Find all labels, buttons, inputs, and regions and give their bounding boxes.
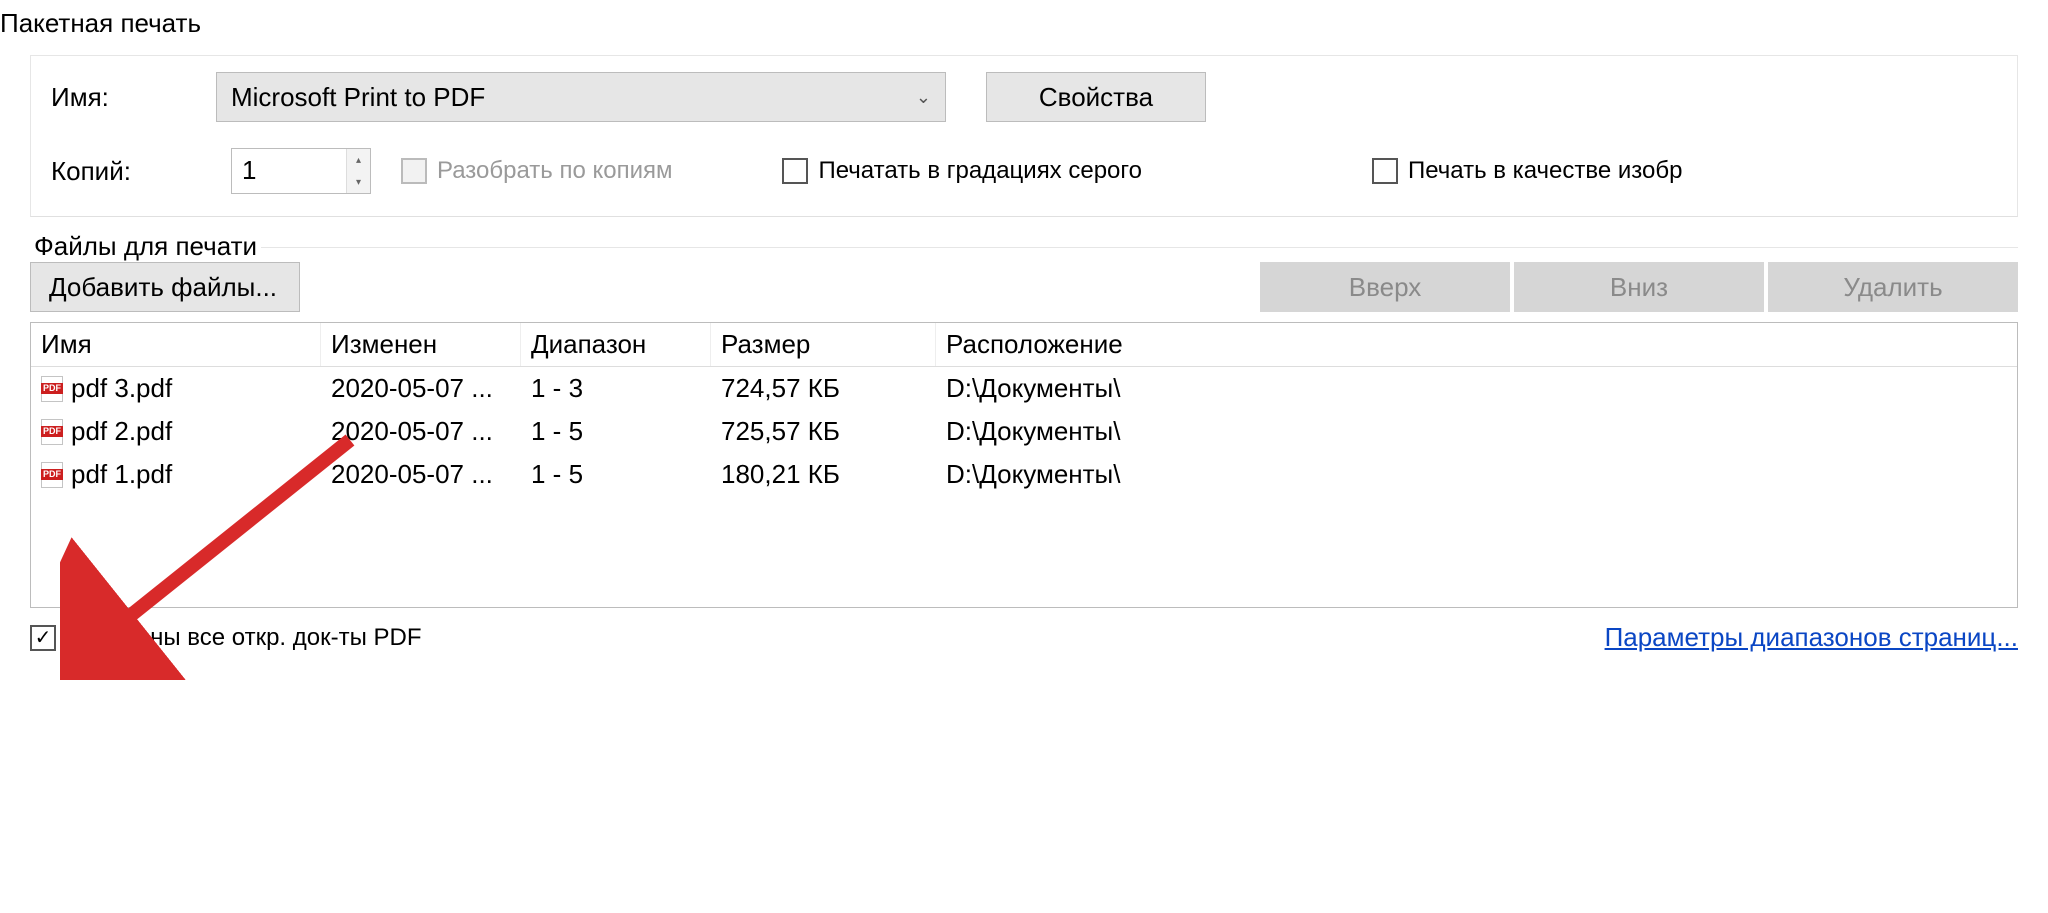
include-open-checkbox[interactable]: ✓ [30,625,56,651]
collate-checkbox [401,158,427,184]
file-location: D:\Документы\ [936,367,2017,410]
dialog-title: Пакетная печать [0,0,2048,45]
grayscale-checkbox-group[interactable]: Печатать в градациях серого [782,157,1141,185]
file-location: D:\Документы\ [936,453,2017,496]
printer-selected-value: Microsoft Print to PDF [231,82,916,113]
include-open-label: Включены все откр. док-ты PDF [66,624,422,652]
grayscale-label: Печатать в градациях серого [818,157,1141,185]
printer-name-label: Имя: [51,82,216,113]
file-name: pdf 1.pdf [71,459,172,490]
file-modified: 2020-05-07 ... [321,367,521,410]
properties-button[interactable]: Свойства [986,72,1206,122]
move-up-button: Вверх [1260,262,1510,312]
copies-up-button[interactable]: ▴ [347,149,370,171]
file-modified: 2020-05-07 ... [321,453,521,496]
copies-down-button[interactable]: ▾ [347,171,370,193]
collate-checkbox-group: Разобрать по копиям [401,157,672,185]
pdf-icon [41,376,63,402]
file-name: pdf 3.pdf [71,373,172,404]
pdf-icon [41,462,63,488]
file-location: D:\Документы\ [936,410,2017,453]
file-size: 724,57 КБ [711,367,936,410]
delete-button: Удалить [1768,262,2018,312]
printer-settings-group: Имя: Microsoft Print to PDF ⌄ Свойства К… [30,55,2018,217]
image-quality-checkbox[interactable] [1372,158,1398,184]
files-table: Имя Изменен Диапазон Размер Расположение… [30,322,2018,608]
col-name-header[interactable]: Имя [31,323,321,366]
image-quality-checkbox-group[interactable]: Печать в качестве изобр [1372,157,1682,185]
include-open-checkbox-group[interactable]: ✓ Включены все откр. док-ты PDF [30,624,422,652]
page-range-params-link[interactable]: Параметры диапазонов страниц... [1605,622,2018,653]
copies-label: Копий: [51,156,231,187]
file-range: 1 - 5 [521,453,711,496]
file-range: 1 - 5 [521,410,711,453]
bottom-row: ✓ Включены все откр. док-ты PDF Параметр… [30,622,2018,653]
files-legend: Файлы для печати [30,231,261,262]
file-size: 725,57 КБ [711,410,936,453]
chevron-down-icon: ⌄ [916,87,931,108]
col-size-header[interactable]: Размер [711,323,936,366]
files-group: Файлы для печати Добавить файлы... Вверх… [30,247,2018,608]
file-modified: 2020-05-07 ... [321,410,521,453]
spacer [304,262,1256,312]
printer-select[interactable]: Microsoft Print to PDF ⌄ [216,72,946,122]
col-modified-header[interactable]: Изменен [321,323,521,366]
file-size: 180,21 КБ [711,453,936,496]
check-icon: ✓ [35,628,52,648]
image-quality-label: Печать в качестве изобр [1408,157,1682,185]
table-row[interactable]: pdf 1.pdf 2020-05-07 ... 1 - 5 180,21 КБ… [31,453,2017,496]
file-name: pdf 2.pdf [71,416,172,447]
move-down-button: Вниз [1514,262,1764,312]
table-row[interactable]: pdf 2.pdf 2020-05-07 ... 1 - 5 725,57 КБ… [31,410,2017,453]
copies-stepper[interactable]: 1 ▴ ▾ [231,148,371,194]
file-range: 1 - 3 [521,367,711,410]
grayscale-checkbox[interactable] [782,158,808,184]
copies-value[interactable]: 1 [232,149,346,193]
collate-label: Разобрать по копиям [437,157,672,185]
col-range-header[interactable]: Диапазон [521,323,711,366]
pdf-icon [41,419,63,445]
table-header: Имя Изменен Диапазон Размер Расположение [31,323,2017,367]
table-row[interactable]: pdf 3.pdf 2020-05-07 ... 1 - 3 724,57 КБ… [31,367,2017,410]
add-files-button[interactable]: Добавить файлы... [30,262,300,312]
col-location-header[interactable]: Расположение [936,323,2017,366]
